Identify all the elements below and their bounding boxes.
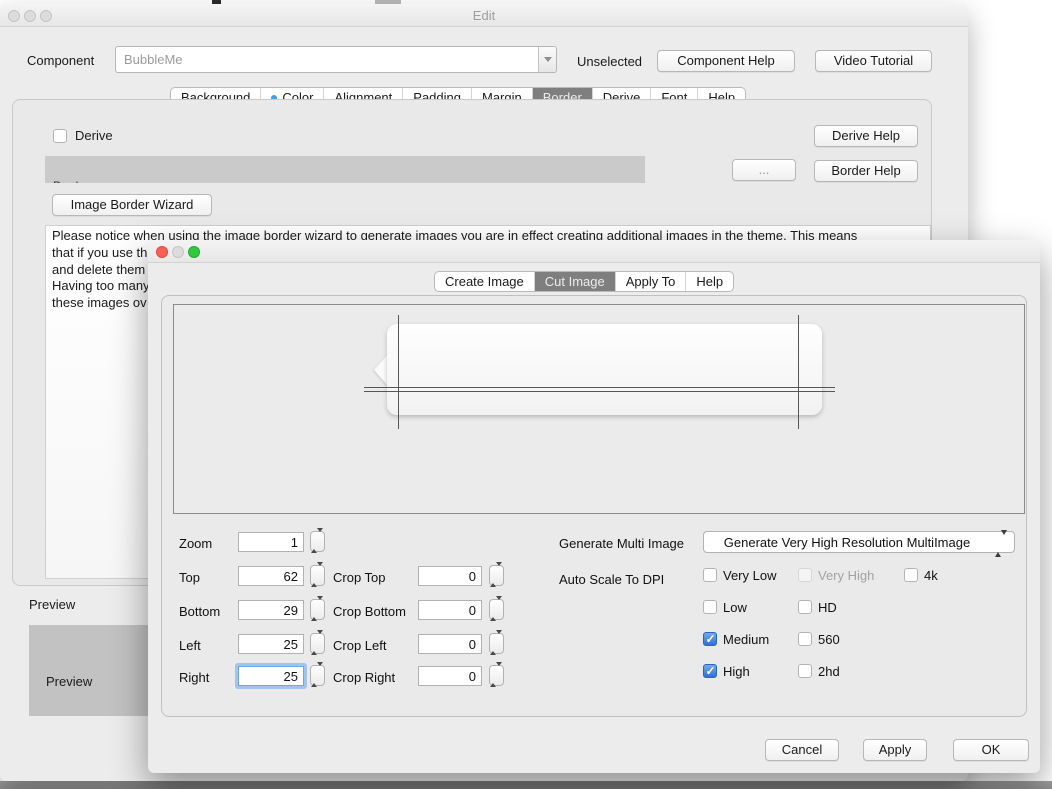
checkbox-box — [798, 632, 812, 646]
zoom-input[interactable]: 1 — [238, 532, 304, 552]
right-input[interactable]: 25 — [238, 666, 304, 686]
preview-box-text: Preview — [46, 674, 92, 689]
crop-bottom-stepper[interactable] — [489, 599, 504, 620]
right-field-label: Right — [179, 670, 209, 685]
checkbox-hd[interactable]: HD — [798, 600, 812, 616]
checkbox-very-high: Very High — [798, 568, 812, 584]
checkbox-box — [703, 568, 717, 582]
left-input[interactable]: 25 — [238, 634, 304, 654]
generate-multi-image-value: Generate Very High Resolution MultiImage — [704, 535, 990, 550]
bubble-tail-shape — [374, 354, 388, 386]
top-input[interactable]: 62 — [238, 566, 304, 586]
derive-checkbox-label: Derive — [75, 128, 113, 143]
image-border-wizard-dialog: Create Image Cut Image Apply To Help Zoo… — [148, 240, 1040, 773]
checkbox-medium[interactable]: Medium — [703, 632, 717, 648]
checkbox-2hd[interactable]: 2hd — [798, 664, 812, 680]
generate-multi-image-select[interactable]: Generate Very High Resolution MultiImage — [703, 531, 1015, 553]
crop-bottom-input[interactable]: 0 — [418, 600, 482, 620]
close-window-icon[interactable] — [156, 246, 168, 258]
checkbox-box — [798, 664, 812, 678]
video-tutorial-button[interactable]: Video Tutorial — [815, 50, 932, 72]
top-field-label: Top — [179, 570, 200, 585]
right-cut-guide-line — [798, 315, 799, 429]
cut-image-preview — [173, 304, 1025, 514]
checkbox-box-checked — [703, 664, 717, 678]
minimize-window-icon[interactable] — [172, 246, 184, 258]
left-cut-guide-line — [398, 315, 399, 429]
tab-create-image[interactable]: Create Image — [435, 272, 534, 291]
apply-button[interactable]: Apply — [863, 739, 927, 761]
component-help-button[interactable]: Component Help — [657, 50, 795, 72]
top-cut-guide-line — [364, 387, 835, 388]
right-stepper[interactable] — [310, 665, 325, 686]
component-combobox-value: BubbleMe — [124, 52, 183, 67]
derive-checkbox[interactable] — [53, 129, 67, 143]
bottom-stepper[interactable] — [310, 599, 325, 620]
checkbox-very-low[interactable]: Very Low — [703, 568, 717, 584]
background-window-bottom-strip — [0, 781, 1052, 789]
crop-right-input[interactable]: 0 — [418, 666, 482, 686]
crop-left-stepper[interactable] — [489, 633, 504, 654]
top-stepper[interactable] — [310, 565, 325, 586]
browse-border-button[interactable]: ... — [732, 159, 796, 181]
border-type-field-clipped-text: Border — [53, 179, 89, 183]
preview-box: Preview — [29, 625, 148, 716]
left-field-label: Left — [179, 638, 201, 653]
bottom-field-label: Bottom — [179, 604, 220, 619]
zoom-window-icon[interactable] — [188, 246, 200, 258]
crop-left-field-label: Crop Left — [333, 638, 386, 653]
crop-top-input[interactable]: 0 — [418, 566, 482, 586]
checkbox-low[interactable]: Low — [703, 600, 717, 616]
checkbox-high[interactable]: High — [703, 664, 717, 680]
preview-section-label: Preview — [29, 597, 75, 612]
updown-arrows-icon — [995, 535, 1007, 553]
wizard-tabstrip: Create Image Cut Image Apply To Help — [434, 271, 734, 292]
bottom-cut-guide-line — [364, 391, 835, 392]
edit-titlebar: Edit — [0, 4, 968, 27]
unselected-state-label: Unselected — [577, 54, 642, 69]
ok-button[interactable]: OK — [953, 739, 1029, 761]
edit-window-title: Edit — [0, 8, 968, 23]
checkbox-box — [798, 568, 812, 582]
checkbox-box — [703, 600, 717, 614]
bubble-body-shape — [387, 324, 822, 415]
checkbox-4k[interactable]: 4k — [904, 568, 918, 584]
zoom-field-label: Zoom — [179, 536, 212, 551]
border-type-field[interactable]: Border — [45, 156, 645, 183]
image-border-wizard-button[interactable]: Image Border Wizard — [52, 194, 212, 216]
auto-scale-dpi-label: Auto Scale To DPI — [559, 572, 664, 587]
checkbox-box — [798, 600, 812, 614]
tab-cut-image[interactable]: Cut Image — [534, 272, 615, 291]
crop-left-input[interactable]: 0 — [418, 634, 482, 654]
checkbox-box — [904, 568, 918, 582]
crop-right-stepper[interactable] — [489, 665, 504, 686]
crop-top-stepper[interactable] — [489, 565, 504, 586]
generate-multi-image-label: Generate Multi Image — [559, 536, 684, 551]
zoom-stepper[interactable] — [310, 531, 325, 552]
crop-bottom-field-label: Crop Bottom — [333, 604, 406, 619]
cut-image-panel: Zoom 1 Top 62 Crop Top 0 Bottom 29 Crop … — [161, 295, 1027, 717]
component-combobox[interactable]: BubbleMe — [115, 46, 557, 73]
checkbox-box-checked — [703, 632, 717, 646]
tab-wizard-help[interactable]: Help — [685, 272, 733, 291]
derive-help-button[interactable]: Derive Help — [814, 125, 918, 147]
checkbox-560[interactable]: 560 — [798, 632, 812, 648]
border-help-button[interactable]: Border Help — [814, 160, 918, 182]
crop-right-field-label: Crop Right — [333, 670, 395, 685]
wizard-titlebar — [148, 240, 1040, 263]
tab-apply-to[interactable]: Apply To — [615, 272, 686, 291]
crop-top-field-label: Crop Top — [333, 570, 386, 585]
left-stepper[interactable] — [310, 633, 325, 654]
component-label: Component — [27, 53, 94, 68]
bubble-image-preview — [373, 324, 822, 415]
bottom-input[interactable]: 29 — [238, 600, 304, 620]
cancel-button[interactable]: Cancel — [765, 739, 839, 761]
chevron-down-icon[interactable] — [538, 47, 556, 72]
